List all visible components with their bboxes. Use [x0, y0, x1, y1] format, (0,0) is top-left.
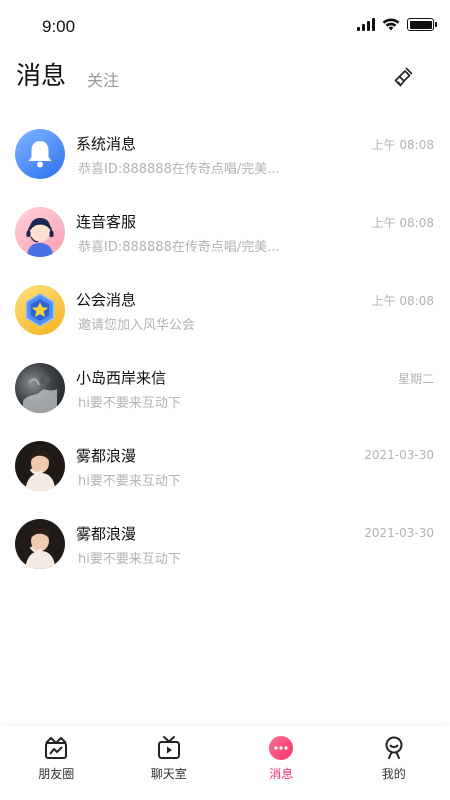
message-name: 雾都浪漫 [76, 447, 137, 465]
message-preview: hi要不要来互动下 [78, 552, 181, 567]
user-photo [15, 363, 65, 413]
list-item[interactable]: 雾都浪漫 hi要不要来互动下 2021-03-30 [0, 427, 450, 505]
message-name: 连音客服 [76, 213, 137, 231]
tab-label: 聊天室 [150, 767, 187, 781]
headset-agent-icon [26, 218, 54, 257]
message-time: 上午 08:08 [371, 138, 434, 152]
status-icons [357, 18, 437, 31]
status-bar: 9:00 [0, 0, 450, 54]
photo-placeholder [25, 528, 55, 569]
list-item[interactable]: 公会消息 邀请您加入风华公会 上午 08:08 [0, 271, 450, 349]
message-time: 上午 08:08 [371, 216, 434, 230]
message-preview: 恭喜ID:888888在传奇点唱/完美... [78, 240, 280, 255]
tab-follow[interactable]: 关注 [87, 67, 119, 91]
user-photo [15, 519, 65, 569]
message-name: 系统消息 [76, 135, 137, 153]
list-item[interactable]: 连音客服 恭喜ID:888888在传奇点唱/完美... 上午 08:08 [0, 193, 450, 271]
message-name: 小岛西岸来信 [76, 369, 167, 387]
guild-avatar [15, 285, 65, 335]
message-time: 星期二 [397, 372, 434, 386]
user-icon [385, 736, 403, 759]
message-name: 公会消息 [76, 291, 137, 309]
tab-label: 我的 [381, 767, 406, 781]
tab-chatroom[interactable]: 聊天室 [113, 726, 226, 800]
tab-messages-title[interactable]: 消息 [16, 56, 66, 92]
message-name: 雾都浪漫 [76, 525, 137, 543]
photo-placeholder [23, 375, 57, 413]
system-bell-avatar [15, 129, 65, 179]
tv-icon [157, 736, 180, 759]
chat-bubble-icon [269, 736, 294, 760]
customer-service-avatar [15, 207, 65, 257]
clear-unread-broom-icon[interactable] [392, 65, 416, 89]
status-time: 9:00 [42, 17, 76, 36]
user-photo [15, 441, 65, 491]
crown-image-icon [45, 737, 68, 759]
battery-icon [407, 18, 437, 31]
message-preview: 恭喜ID:888888在传奇点唱/完美... [78, 162, 280, 177]
message-time: 2021-03-30 [364, 526, 434, 540]
message-preview: 邀请您加入风华公会 [78, 318, 196, 333]
message-preview: hi要不要来互动下 [78, 396, 181, 411]
signal-icon [357, 18, 375, 31]
message-time: 2021-03-30 [364, 448, 434, 462]
photo-placeholder [25, 450, 55, 491]
message-time: 上午 08:08 [371, 294, 434, 308]
list-item[interactable]: 系统消息 恭喜ID:888888在传奇点唱/完美... 上午 08:08 [0, 115, 450, 193]
wifi-icon [382, 18, 400, 31]
list-item[interactable]: 雾都浪漫 hi要不要来互动下 2021-03-30 [0, 505, 450, 583]
message-preview: hi要不要来互动下 [78, 474, 181, 489]
header: 消息 关注 [0, 54, 450, 104]
tab-mine[interactable]: 我的 [338, 726, 450, 800]
list-item[interactable]: 小岛西岸来信 hi要不要来互动下 星期二 [0, 349, 450, 427]
tab-messages[interactable]: 消息 [225, 726, 338, 800]
bell-icon [28, 141, 52, 168]
bottom-tab-bar: 朋友圈 聊天室 消息 我的 [0, 726, 450, 800]
tab-label: 消息 [269, 767, 294, 781]
guild-badge-icon [25, 293, 55, 327]
message-list: 系统消息 恭喜ID:888888在传奇点唱/完美... 上午 08:08 连音客… [0, 115, 450, 583]
tab-moments[interactable]: 朋友圈 [0, 726, 113, 800]
tab-label: 朋友圈 [38, 767, 75, 781]
